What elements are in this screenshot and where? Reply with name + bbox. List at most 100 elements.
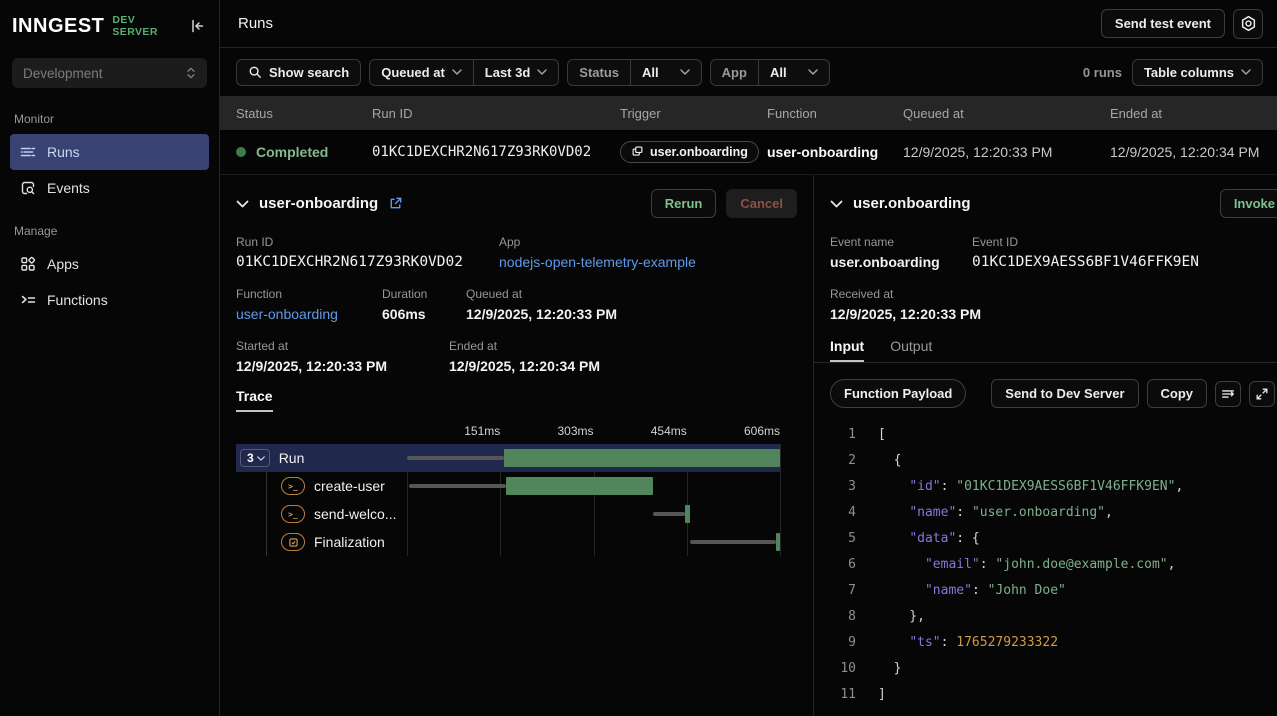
settings-button[interactable] [1233, 9, 1263, 39]
axis-tick-label: 606ms [744, 424, 780, 438]
table-columns-dropdown[interactable]: Table columns [1132, 59, 1263, 86]
sidebar-item-apps[interactable]: Apps [10, 246, 209, 282]
line-number: 2 [830, 448, 856, 474]
send-test-event-button[interactable]: Send test event [1101, 9, 1225, 38]
invoke-button[interactable]: Invoke [1220, 189, 1277, 218]
received-at-value: 12/9/2025, 12:20:33 PM [830, 306, 981, 322]
function-payload-button[interactable]: Function Payload [830, 379, 966, 408]
runs-table-header: Status Run ID Trigger Function Queued at… [220, 96, 1277, 130]
line-number: 8 [830, 604, 856, 630]
line-number: 3 [830, 474, 856, 500]
collapse-run-chevron-icon[interactable] [236, 200, 249, 208]
functions-icon [20, 292, 36, 308]
received-at-label: Received at [830, 287, 981, 301]
collapse-event-chevron-icon[interactable] [830, 200, 843, 208]
tab-input[interactable]: Input [830, 338, 864, 362]
code-line: 9 "ts": 1765279233322 [830, 630, 1261, 656]
trace-row-run[interactable]: 3 Run [236, 444, 780, 472]
col-status: Status [236, 106, 372, 121]
rerun-button[interactable]: Rerun [651, 189, 717, 218]
sidebar-item-label: Runs [47, 144, 80, 160]
trace-row-label: Run [279, 450, 305, 466]
run-id-value: 01KC1DEXCHR2N617Z93RK0VD02 [372, 144, 620, 160]
environment-select[interactable]: Development [12, 58, 207, 88]
tab-output[interactable]: Output [890, 338, 932, 362]
cancel-button[interactable]: Cancel [726, 189, 797, 218]
trace-row-label: Finalization [314, 534, 385, 550]
function-link[interactable]: user-onboarding [236, 306, 382, 322]
event-name-value: user.onboarding [830, 254, 972, 270]
sidebar-item-events[interactable]: Events [10, 170, 209, 206]
trigger-badge[interactable]: user.onboarding [620, 141, 759, 163]
chevron-down-icon [1241, 69, 1251, 75]
sidebar-item-runs[interactable]: Runs [10, 134, 209, 170]
axis-tick-label: 454ms [651, 424, 687, 438]
trace-wait-line [407, 456, 504, 460]
ended-at-value: 12/9/2025, 12:20:34 PM [1110, 144, 1277, 160]
function-name: user-onboarding [767, 144, 903, 160]
trace-span-bar[interactable] [685, 505, 690, 523]
page-title: Runs [238, 15, 273, 32]
runs-icon [20, 144, 36, 160]
trace-timeline: 151ms303ms454ms606ms 3Run>_create-user>_… [236, 424, 797, 556]
dev-server-badge: DEV SERVER [112, 14, 179, 38]
col-run-id: Run ID [372, 106, 620, 121]
run-id-value: 01KC1DEXCHR2N617Z93RK0VD02 [236, 254, 499, 270]
started-at-label: Started at [236, 339, 449, 353]
sidebar-item-functions[interactable]: Functions [10, 282, 209, 318]
send-to-dev-server-button[interactable]: Send to Dev Server [991, 379, 1138, 408]
payload-code-editor[interactable]: 1[2 {3 "id": "01KC1DEX9AESS6BF1V46FFK9EN… [830, 422, 1261, 702]
started-at-value: 12/9/2025, 12:20:33 PM [236, 358, 449, 374]
sidebar-section-monitor: Monitor [0, 94, 219, 134]
environment-select-value: Development [23, 66, 103, 81]
trace-row-create-user[interactable]: >_create-user [236, 472, 780, 500]
trace-span-bar[interactable] [504, 449, 780, 467]
tab-trace[interactable]: Trace [236, 388, 273, 412]
external-link-icon[interactable] [388, 196, 403, 211]
line-number: 11 [830, 682, 856, 702]
trace-tree-guide [266, 472, 267, 556]
collapse-sidebar-icon[interactable] [187, 16, 207, 36]
app-filter-label: App [711, 60, 758, 85]
app-filter-dropdown[interactable]: All [758, 60, 829, 85]
code-line: 4 "name": "user.onboarding", [830, 500, 1261, 526]
word-wrap-button[interactable] [1215, 381, 1241, 407]
terminal-icon: >_ [281, 477, 305, 495]
expand-button[interactable] [1249, 381, 1275, 407]
line-number: 6 [830, 552, 856, 578]
time-range-value: Last 3d [485, 65, 531, 80]
show-search-button[interactable]: Show search [236, 59, 361, 86]
table-row[interactable]: Completed 01KC1DEXCHR2N617Z93RK0VD02 use… [220, 130, 1277, 175]
time-range-dropdown[interactable]: Last 3d [473, 60, 559, 85]
sidebar-section-manage: Manage [0, 206, 219, 246]
code-line: 6 "email": "john.doe@example.com", [830, 552, 1261, 578]
trace-span-bar[interactable] [506, 477, 653, 495]
step-count-badge[interactable]: 3 [240, 449, 270, 467]
app-link[interactable]: nodejs-open-telemetry-example [499, 254, 696, 270]
app-root: INNGEST DEV SERVER Development Monitor [0, 0, 1277, 716]
word-wrap-icon [1221, 387, 1235, 401]
line-number: 9 [830, 630, 856, 656]
run-detail-panel: user-onboarding Rerun Cancel Run ID 0 [220, 175, 813, 716]
trace-span-bar[interactable] [776, 533, 780, 551]
trace-wait-line [690, 540, 777, 544]
table-columns-label: Table columns [1144, 65, 1234, 80]
filter-bar: Show search Queued at Last 3d [220, 48, 1277, 96]
status-filter-value: All [642, 65, 659, 80]
queued-at-dropdown[interactable]: Queued at [370, 60, 473, 85]
trace-row-send-welco-[interactable]: >_send-welco... [236, 500, 780, 528]
runs-count: 0 runs [1083, 65, 1122, 80]
event-name-label: Event name [830, 235, 972, 249]
duration-value: 606ms [382, 306, 466, 322]
sidebar-item-label: Functions [47, 292, 108, 308]
show-search-label: Show search [269, 65, 349, 80]
status-filter-label: Status [568, 60, 630, 85]
trigger-name: user.onboarding [650, 145, 748, 159]
status-filter-dropdown[interactable]: All [630, 60, 701, 85]
updown-chevron-icon [186, 66, 196, 80]
trace-row-finalization[interactable]: Finalization [236, 528, 780, 556]
app-filter-value: All [770, 65, 787, 80]
copy-button[interactable]: Copy [1147, 379, 1208, 408]
ended-at-value: 12/9/2025, 12:20:34 PM [449, 358, 600, 374]
top-bar: Runs Send test event [220, 0, 1277, 48]
